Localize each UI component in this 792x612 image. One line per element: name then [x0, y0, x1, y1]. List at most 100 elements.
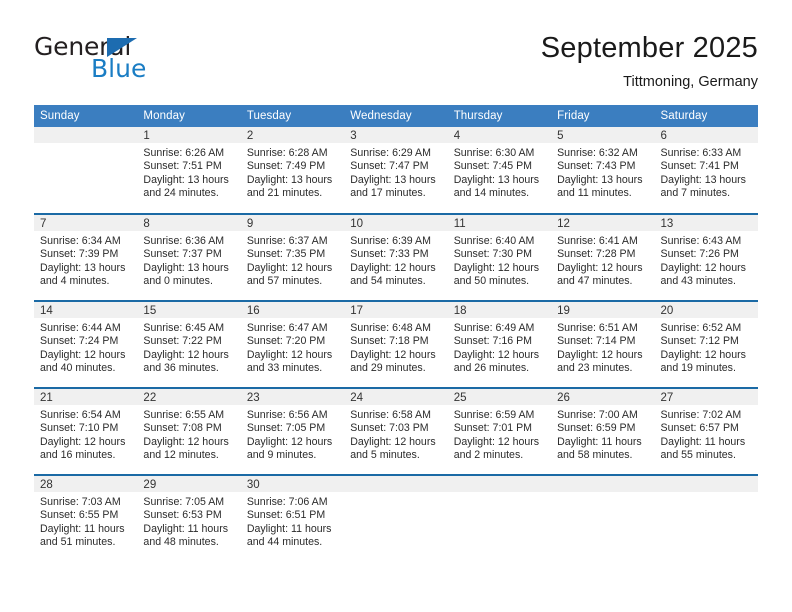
daylight-duration-line1: Daylight: 12 hours — [143, 348, 229, 361]
calendar-day-cell-empty — [344, 474, 448, 565]
calendar-day-cell[interactable]: 3 Sunrise: 6:29 AM Sunset: 7:47 PM Daylight… — [344, 127, 448, 214]
sunset-time: Sunset: 7:08 PM — [143, 422, 222, 435]
daylight-duration-line2: and 16 minutes. — [40, 449, 116, 462]
calendar-day-cell[interactable]: 4 Sunrise: 6:30 AM Sunset: 7:45 PM Daylight… — [447, 127, 552, 214]
daylight-duration-line1: Daylight: 13 hours — [453, 173, 540, 186]
sunset-time: Sunset: 7:14 PM — [557, 335, 636, 348]
calendar-day-cell[interactable]: 16 Sunrise: 6:47 AM Sunset: 7:20 PM Dayligh… — [240, 300, 345, 388]
page-header: General Blue September 2025 Tittmoning, … — [34, 30, 758, 98]
sunset-time: Sunset: 7:35 PM — [246, 248, 326, 261]
day-details: Sunrise: 6:55 AM Sunset: 7:08 PM Daylight:… — [137, 405, 240, 463]
calendar-day-cell[interactable]: 5 Sunrise: 6:32 AM Sunset: 7:43 PM Daylight… — [551, 127, 655, 214]
calendar-day-cell[interactable]: 30 Sunrise: 7:06 AM Sunset: 6:51 PM Dayligh… — [240, 474, 345, 565]
sunrise-time: Sunrise: 6:55 AM — [143, 409, 225, 421]
calendar-day-cell[interactable]: 13 Sunrise: 6:43 AM Sunset: 7:26 PM Dayligh… — [654, 213, 758, 301]
page-title: September 2025 — [540, 32, 758, 64]
calendar-day-cell[interactable]: 12 Sunrise: 6:41 AM Sunset: 7:28 PM Dayligh… — [551, 213, 655, 301]
daylight-duration-line2: and 48 minutes. — [143, 536, 219, 549]
calendar-day-cell[interactable]: 19 Sunrise: 6:51 AM Sunset: 7:14 PM Dayligh… — [551, 300, 655, 388]
calendar-day-cell[interactable]: 24 Sunrise: 6:58 AM Sunset: 7:03 PM Dayligh… — [344, 387, 448, 475]
daylight-duration-line2: and 26 minutes. — [453, 362, 530, 375]
sunrise-time: Sunrise: 6:33 AM — [660, 147, 742, 159]
day-details: Sunrise: 7:03 AM Sunset: 6:55 PM Daylight:… — [34, 492, 137, 550]
calendar-week-row: 14 Sunrise: 6:44 AM Sunset: 7:24 PM Dayligh… — [34, 300, 758, 388]
calendar-day-cell[interactable]: 9 Sunrise: 6:37 AM Sunset: 7:35 PM Daylight… — [240, 213, 345, 301]
calendar-day-cell[interactable]: 17 Sunrise: 6:48 AM Sunset: 7:18 PM Dayligh… — [344, 300, 448, 388]
day-number: 27 — [654, 389, 758, 405]
sunrise-time: Sunrise: 6:56 AM — [246, 409, 328, 421]
day-details: Sunrise: 7:05 AM Sunset: 6:53 PM Daylight:… — [137, 492, 240, 550]
day-details: Sunrise: 6:37 AM Sunset: 7:35 PM Daylight:… — [241, 231, 344, 289]
sunset-time: Sunset: 7:03 PM — [350, 422, 429, 435]
calendar-day-cell[interactable]: 1 Sunrise: 6:26 AM Sunset: 7:51 PM Daylight… — [137, 127, 241, 214]
day-number: 3 — [344, 127, 448, 143]
sunrise-time: Sunrise: 7:06 AM — [246, 496, 328, 508]
day-number: 21 — [34, 389, 138, 405]
sunrise-time: Sunrise: 6:26 AM — [143, 147, 225, 159]
calendar-day-cell[interactable]: 22 Sunrise: 6:55 AM Sunset: 7:08 PM Dayligh… — [137, 387, 241, 475]
sunrise-time: Sunrise: 6:41 AM — [557, 235, 638, 247]
calendar-day-cell[interactable]: 2 Sunrise: 6:28 AM Sunset: 7:49 PM Daylight… — [240, 127, 345, 214]
day-number — [654, 476, 758, 492]
brand-logo[interactable]: General Blue — [34, 34, 234, 90]
weekday-header-wednesday: Wednesday — [344, 105, 448, 127]
sunrise-time: Sunrise: 6:54 AM — [40, 409, 121, 421]
daylight-duration-line1: Daylight: 12 hours — [246, 348, 333, 361]
sunset-time: Sunset: 7:16 PM — [453, 335, 533, 348]
day-details: Sunrise: 6:56 AM Sunset: 7:05 PM Daylight:… — [241, 405, 344, 463]
day-number: 25 — [447, 389, 552, 405]
day-number — [447, 476, 552, 492]
day-number: 1 — [137, 127, 241, 143]
sunrise-time: Sunrise: 6:30 AM — [453, 147, 535, 159]
daylight-duration-line2: and 58 minutes. — [557, 449, 633, 462]
daylight-duration-line2: and 57 minutes. — [246, 275, 323, 288]
sunset-time: Sunset: 7:47 PM — [350, 160, 429, 173]
daylight-duration-line1: Daylight: 13 hours — [557, 173, 643, 186]
calendar-day-cell[interactable]: 21 Sunrise: 6:54 AM Sunset: 7:10 PM Dayligh… — [34, 387, 138, 475]
sunset-time: Sunset: 7:05 PM — [246, 422, 326, 435]
calendar-day-cell[interactable]: 23 Sunrise: 6:56 AM Sunset: 7:05 PM Dayligh… — [240, 387, 345, 475]
calendar-day-cell[interactable]: 6 Sunrise: 6:33 AM Sunset: 7:41 PM Daylight… — [654, 127, 758, 214]
daylight-duration-line2: and 2 minutes. — [453, 449, 524, 462]
daylight-duration-line2: and 9 minutes. — [246, 449, 317, 462]
day-details: Sunrise: 6:34 AM Sunset: 7:39 PM Daylight:… — [34, 231, 137, 289]
sunrise-time: Sunrise: 7:02 AM — [660, 409, 742, 421]
day-details: Sunrise: 6:47 AM Sunset: 7:20 PM Daylight:… — [241, 318, 344, 376]
calendar-day-cell[interactable]: 28 Sunrise: 7:03 AM Sunset: 6:55 PM Dayligh… — [34, 474, 138, 565]
calendar-day-cell[interactable]: 25 Sunrise: 6:59 AM Sunset: 7:01 PM Dayligh… — [447, 387, 552, 475]
sunset-time: Sunset: 7:49 PM — [246, 160, 326, 173]
calendar-day-cell[interactable]: 20 Sunrise: 6:52 AM Sunset: 7:12 PM Dayligh… — [654, 300, 758, 388]
calendar-day-cell[interactable]: 8 Sunrise: 6:36 AM Sunset: 7:37 PM Daylight… — [137, 213, 241, 301]
calendar-day-cell[interactable]: 29 Sunrise: 7:05 AM Sunset: 6:53 PM Dayligh… — [137, 474, 241, 565]
calendar-week-row: 7 Sunrise: 6:34 AM Sunset: 7:39 PM Daylight… — [34, 213, 758, 301]
calendar-day-cell[interactable]: 26 Sunrise: 7:00 AM Sunset: 6:59 PM Dayligh… — [551, 387, 655, 475]
day-details: Sunrise: 6:52 AM Sunset: 7:12 PM Daylight:… — [655, 318, 758, 376]
sunrise-time: Sunrise: 6:37 AM — [246, 235, 328, 247]
day-number: 6 — [654, 127, 758, 143]
calendar-day-cell[interactable]: 27 Sunrise: 7:02 AM Sunset: 6:57 PM Dayligh… — [654, 387, 758, 475]
calendar-day-cell[interactable]: 10 Sunrise: 6:39 AM Sunset: 7:33 PM Dayligh… — [344, 213, 448, 301]
sunset-time: Sunset: 7:12 PM — [660, 335, 739, 348]
day-number: 12 — [551, 215, 655, 231]
calendar-table: Sunday Monday Tuesday Wednesday Thursday… — [34, 105, 758, 565]
sunrise-time: Sunrise: 6:32 AM — [557, 147, 638, 159]
calendar-day-cell[interactable]: 18 Sunrise: 6:49 AM Sunset: 7:16 PM Dayligh… — [447, 300, 552, 388]
weekday-header-monday: Monday — [137, 105, 241, 127]
daylight-duration-line1: Daylight: 12 hours — [453, 435, 540, 448]
sunset-time: Sunset: 7:37 PM — [143, 248, 222, 261]
day-number: 10 — [344, 215, 448, 231]
day-details: Sunrise: 6:45 AM Sunset: 7:22 PM Daylight:… — [137, 318, 240, 376]
calendar-day-cell[interactable]: 14 Sunrise: 6:44 AM Sunset: 7:24 PM Dayligh… — [34, 300, 138, 388]
day-number: 14 — [34, 302, 138, 318]
calendar-week-row: 28 Sunrise: 7:03 AM Sunset: 6:55 PM Dayligh… — [34, 474, 758, 565]
sunset-time: Sunset: 7:26 PM — [660, 248, 739, 261]
day-number: 5 — [551, 127, 655, 143]
sunrise-time: Sunrise: 6:36 AM — [143, 235, 225, 247]
calendar-day-cell[interactable]: 15 Sunrise: 6:45 AM Sunset: 7:22 PM Dayligh… — [137, 300, 241, 388]
sunrise-time: Sunrise: 6:44 AM — [40, 322, 121, 334]
calendar-day-cell-empty — [34, 127, 138, 214]
daylight-duration-line1: Daylight: 12 hours — [350, 435, 436, 448]
sunrise-time: Sunrise: 6:45 AM — [143, 322, 225, 334]
calendar-day-cell[interactable]: 7 Sunrise: 6:34 AM Sunset: 7:39 PM Daylight… — [34, 213, 138, 301]
calendar-day-cell[interactable]: 11 Sunrise: 6:40 AM Sunset: 7:30 PM Dayligh… — [447, 213, 552, 301]
